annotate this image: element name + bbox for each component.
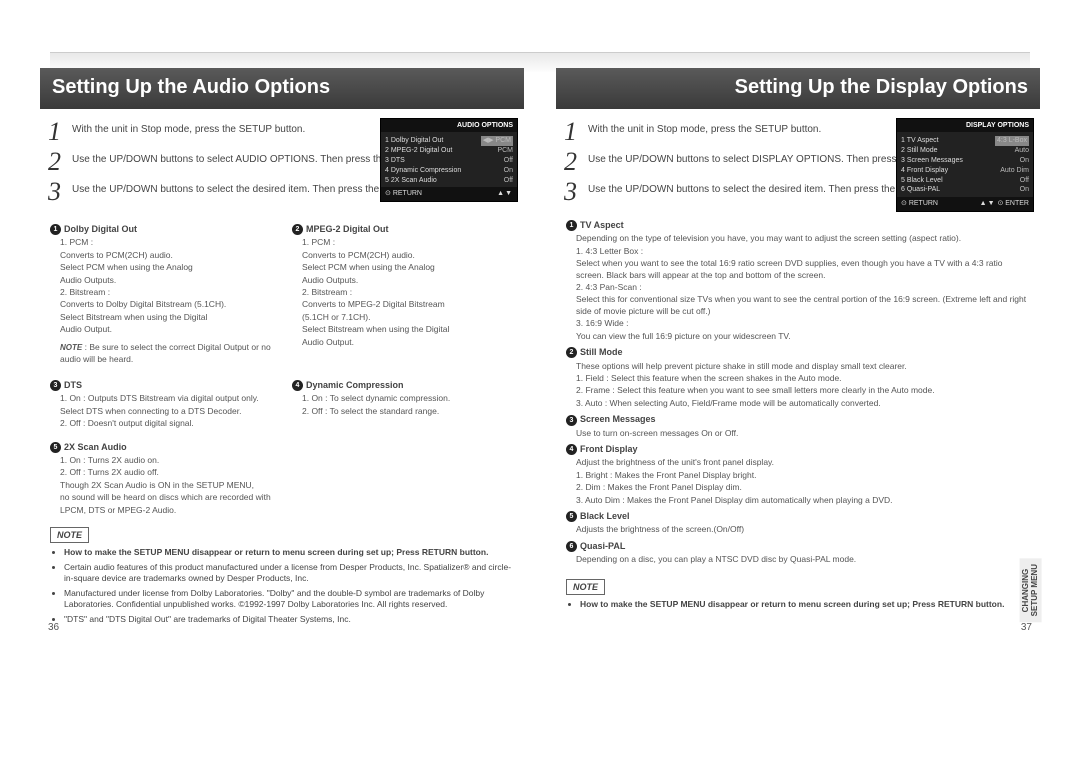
page-number-left: 36	[48, 621, 59, 635]
page-title-right: Setting Up the Display Options	[556, 68, 1040, 109]
sx-title: 2X Scan Audio	[64, 442, 127, 452]
dd-title: Dolby Digital Out	[64, 224, 137, 234]
item-body: Depending on the type of television you …	[566, 233, 1030, 342]
dts-title: DTS	[64, 380, 82, 390]
item-body: Use to turn on-screen messages On or Off…	[566, 428, 1030, 439]
manual-spread: Setting Up the Audio Options 1With the u…	[0, 0, 1080, 763]
osd-audio-options: AUDIO OPTIONS 1 Dolby Digital Out◀▶ PCM …	[380, 118, 518, 202]
dc-title: Dynamic Compression	[306, 380, 404, 390]
step-num: 2	[48, 149, 72, 175]
note-list: How to make the SETUP MENU disappear or …	[566, 599, 1030, 610]
step-num: 1	[48, 119, 72, 145]
item-heading: 1TV Aspect	[566, 219, 1030, 231]
item-heading: 4Front Display	[566, 443, 1030, 455]
item-heading: 5Black Level	[566, 510, 1030, 522]
item-heading: 2Still Mode	[566, 346, 1030, 358]
step-num: 1	[564, 119, 588, 145]
osd-title: AUDIO OPTIONS	[381, 119, 517, 132]
mp-title: MPEG-2 Digital Out	[306, 224, 389, 234]
side-tab: CHANGING SETUP MENU	[1020, 558, 1042, 622]
page-right: Setting Up the Display Options 1With the…	[556, 68, 1040, 628]
note-label: NOTE	[50, 527, 89, 543]
osd-display-options: DISPLAY OPTIONS 1 TV Aspect4:3 L-Box 2 S…	[896, 118, 1034, 212]
item-body: Depending on a disc, you can play a NTSC…	[566, 554, 1030, 565]
note-list: How to make the SETUP MENU disappear or …	[50, 547, 514, 625]
item-heading: 6Quasi-PAL	[566, 540, 1030, 552]
page-left: Setting Up the Audio Options 1With the u…	[40, 68, 524, 628]
item-body: Adjusts the brightness of the screen.(On…	[566, 524, 1030, 535]
osd-title: DISPLAY OPTIONS	[897, 119, 1033, 132]
note-label: NOTE	[566, 579, 605, 595]
item-heading: 3Screen Messages	[566, 413, 1030, 425]
step-num: 3	[48, 179, 72, 205]
step-num: 3	[564, 179, 588, 205]
item-body: These options will help prevent picture …	[566, 361, 1030, 410]
page-number-right: 37	[1021, 621, 1032, 635]
step-num: 2	[564, 149, 588, 175]
page-title-left: Setting Up the Audio Options	[40, 68, 524, 109]
item-body: Adjust the brightness of the unit's fron…	[566, 457, 1030, 506]
